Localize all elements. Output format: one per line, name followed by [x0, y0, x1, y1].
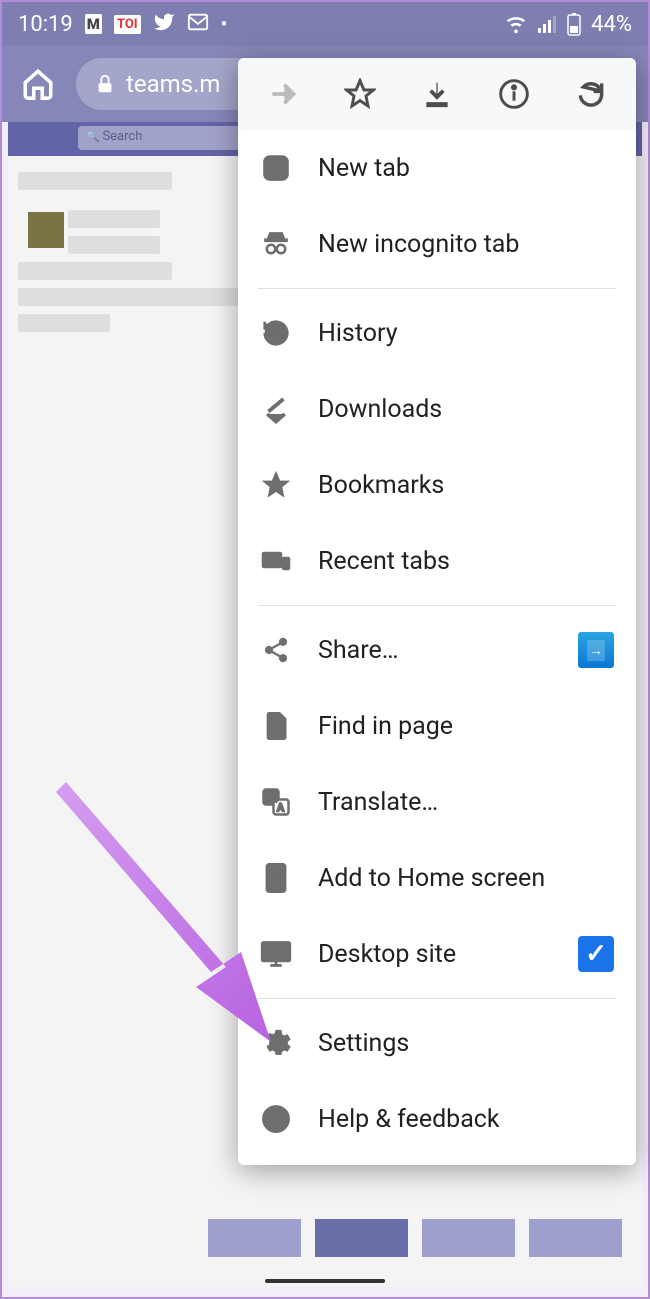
menu-item-label: Settings: [318, 1029, 409, 1058]
menu-incognito[interactable]: New incognito tab: [238, 206, 636, 282]
status-app-icon-twitter: [153, 11, 175, 38]
lock-icon: [94, 73, 116, 95]
menu-item-label: New incognito tab: [318, 230, 519, 259]
menu-item-label: Add to Home screen: [318, 864, 545, 893]
menu-item-label: Translate…: [318, 788, 438, 817]
menu-item-label: Recent tabs: [318, 547, 450, 576]
menu-bookmarks[interactable]: Bookmarks: [238, 447, 636, 523]
reload-button[interactable]: [558, 61, 624, 127]
home-button[interactable]: [18, 64, 58, 104]
gesture-bar: [265, 1279, 385, 1283]
incognito-icon: [260, 229, 292, 259]
status-time: 10:19: [18, 12, 73, 37]
menu-translate[interactable]: 文A Translate…: [238, 764, 636, 840]
history-icon: [260, 318, 292, 348]
menu-toolbar: [238, 58, 636, 130]
menu-item-label: Bookmarks: [318, 471, 444, 500]
menu-item-label: Desktop site: [318, 940, 456, 969]
status-app-icon-toi: TOI: [114, 15, 141, 34]
menu-item-label: New tab: [318, 154, 410, 183]
bookmarks-icon: [260, 470, 292, 500]
menu-find-in-page[interactable]: Find in page: [238, 688, 636, 764]
battery-icon: [567, 12, 581, 36]
menu-add-home-screen[interactable]: Add to Home screen: [238, 840, 636, 916]
android-status-bar: 10:19 M TOI • 44%: [2, 2, 648, 46]
download-button[interactable]: [404, 61, 470, 127]
info-button[interactable]: [481, 61, 547, 127]
menu-share[interactable]: Share…: [238, 612, 636, 688]
forward-button: [250, 61, 316, 127]
downloads-icon: [260, 394, 292, 424]
menu-divider: [258, 998, 616, 999]
url-text: teams.m: [126, 70, 220, 98]
help-icon: [260, 1104, 292, 1134]
menu-new-tab[interactable]: New tab: [238, 130, 636, 206]
bookmark-star-button[interactable]: [327, 61, 393, 127]
menu-downloads[interactable]: Downloads: [238, 371, 636, 447]
menu-settings[interactable]: Settings: [238, 1005, 636, 1081]
battery-percent: 44%: [591, 12, 632, 37]
desktop-site-checkbox[interactable]: [578, 936, 614, 972]
menu-item-label: History: [318, 319, 398, 348]
menu-divider: [258, 605, 616, 606]
menu-item-label: Help & feedback: [318, 1105, 500, 1134]
avatar-thumbnail: [28, 212, 64, 248]
menu-divider: [258, 288, 616, 289]
share-icon: [260, 636, 292, 664]
annotation-arrow: [46, 772, 286, 1072]
chrome-overflow-menu: New tab New incognito tab History Downlo…: [238, 58, 636, 1165]
find-in-page-icon: [260, 711, 292, 741]
bottom-blocks: [208, 1219, 622, 1257]
wifi-icon: [505, 13, 527, 35]
menu-item-label: Downloads: [318, 395, 442, 424]
menu-desktop-site[interactable]: Desktop site: [238, 916, 636, 992]
menu-item-label: Share…: [318, 636, 398, 665]
status-app-icon-m: M: [85, 14, 102, 34]
status-app-icon-gmail: [187, 12, 209, 37]
menu-item-label: Find in page: [318, 712, 453, 741]
status-more-dot: •: [221, 12, 228, 36]
menu-recent-tabs[interactable]: Recent tabs: [238, 523, 636, 599]
menu-help-feedback[interactable]: Help & feedback: [238, 1081, 636, 1157]
recent-tabs-icon: [260, 547, 292, 575]
signal-icon: [537, 14, 557, 34]
new-tab-icon: [260, 153, 292, 183]
share-target-app-icon[interactable]: [578, 632, 614, 668]
menu-history[interactable]: History: [238, 295, 636, 371]
